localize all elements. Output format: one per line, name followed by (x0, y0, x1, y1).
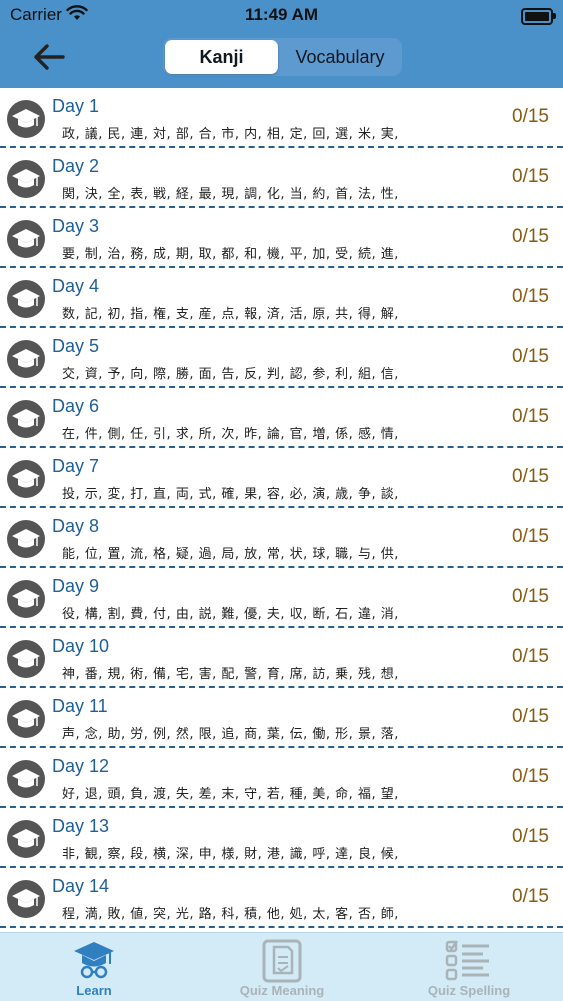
battery-icon (521, 8, 556, 25)
kanji-list: 交, 資, 予, 向, 際, 勝, 面, 告, 反, 判, 認, 参, 利, 組… (62, 367, 399, 382)
segment-vocabulary[interactable]: Vocabulary (280, 40, 400, 74)
graduation-cap-icon (6, 99, 46, 139)
kanji-list: 関, 決, 全, 表, 戦, 経, 最, 現, 調, 化, 当, 約, 首, 法… (62, 187, 399, 202)
list-item[interactable]: Day 12 好, 退, 頭, 負, 渡, 失, 差, 末, 守, 若, 種, 美… (0, 748, 563, 808)
kanji-list: 在, 件, 側, 任, 引, 求, 所, 次, 昨, 論, 官, 増, 係, 感… (62, 427, 399, 442)
kanji-list: 役, 構, 割, 費, 付, 由, 説, 難, 優, 夫, 収, 断, 石, 違… (62, 607, 399, 622)
day-title: Day 1 (52, 96, 100, 116)
graduation-cap-icon (6, 759, 46, 799)
day-list: Day 1 政, 議, 民, 連, 対, 部, 合, 市, 内, 相, 定, 回,… (0, 88, 563, 932)
graduation-cap-icon (6, 399, 46, 439)
progress-count: 0/15 (512, 346, 549, 367)
tab-learn[interactable]: Learn (0, 933, 188, 1001)
list-item[interactable]: Day 6 在, 件, 側, 任, 引, 求, 所, 次, 昨, 論, 官, 増,… (0, 388, 563, 448)
tab-quiz-spelling-label: Quiz Spelling (427, 983, 511, 998)
list-item[interactable]: Day 7 投, 示, 変, 打, 直, 両, 式, 確, 果, 容, 必, 演,… (0, 448, 563, 508)
graduation-cap-icon (6, 579, 46, 619)
tab-quiz-meaning[interactable]: Quiz Meaning (188, 933, 376, 1001)
kanji-list: 好, 退, 頭, 負, 渡, 失, 差, 末, 守, 若, 種, 美, 命, 福… (62, 787, 399, 802)
list-item[interactable]: Day 4 数, 記, 初, 指, 権, 支, 産, 点, 報, 済, 活, 原,… (0, 268, 563, 328)
day-title: Day 10 (52, 636, 110, 656)
quiz-document-icon (262, 939, 302, 983)
progress-count: 0/15 (512, 106, 549, 127)
kanji-list: 声, 念, 助, 労, 例, 然, 限, 追, 商, 葉, 伝, 働, 形, 景… (62, 727, 399, 742)
list-item[interactable]: Day 8 能, 位, 置, 流, 格, 疑, 過, 局, 放, 常, 状, 球,… (0, 508, 563, 568)
kanji-list: 政, 議, 民, 連, 対, 部, 合, 市, 内, 相, 定, 回, 選, 米… (62, 127, 399, 142)
day-title: Day 2 (52, 156, 100, 176)
day-title: Day 5 (52, 336, 100, 356)
list-item[interactable]: Day 5 交, 資, 予, 向, 際, 勝, 面, 告, 反, 判, 認, 参,… (0, 328, 563, 388)
graduation-cap-icon (6, 279, 46, 319)
clock: 11:49 AM (244, 5, 319, 24)
kanji-list: 要, 制, 治, 務, 成, 期, 取, 都, 和, 機, 平, 加, 受, 続… (62, 247, 399, 262)
list-item[interactable]: Day 13 非, 観, 察, 段, 横, 深, 申, 様, 財, 港, 識, 呼… (0, 808, 563, 868)
progress-count: 0/15 (512, 286, 549, 307)
list-item[interactable]: Day 1 政, 議, 民, 連, 対, 部, 合, 市, 内, 相, 定, 回,… (0, 88, 563, 148)
day-title: Day 8 (52, 516, 100, 536)
kanji-list: 投, 示, 変, 打, 直, 両, 式, 確, 果, 容, 必, 演, 歳, 争… (62, 487, 399, 502)
kanji-list: 能, 位, 置, 流, 格, 疑, 過, 局, 放, 常, 状, 球, 職, 与… (62, 547, 399, 562)
graduation-cap-icon (6, 819, 46, 859)
graduation-cap-icon (6, 639, 46, 679)
tab-bar: Learn Quiz Meaning Quiz Spelling (0, 932, 563, 1001)
graduation-cap-icon (6, 879, 46, 919)
navigation-bar: Carrier 11:49 AM Kanji Vocabulary (0, 0, 563, 88)
kanji-list: 程, 満, 敗, 値, 突, 光, 路, 科, 積, 他, 処, 太, 客, 否… (62, 907, 399, 922)
kanji-vocabulary-segmented-control: Kanji Vocabulary (163, 38, 402, 76)
graduation-cap-icon (6, 699, 46, 739)
list-item[interactable]: Day 3 要, 制, 治, 務, 成, 期, 取, 都, 和, 機, 平, 加,… (0, 208, 563, 268)
graduation-cap-icon (6, 159, 46, 199)
graduation-cap-icon (6, 459, 46, 499)
segment-kanji[interactable]: Kanji (165, 40, 278, 74)
progress-count: 0/15 (512, 646, 549, 667)
progress-count: 0/15 (512, 226, 549, 247)
tab-quiz-meaning-label: Quiz Meaning (239, 983, 325, 998)
status-bar: Carrier 11:49 AM (0, 0, 563, 30)
list-item[interactable]: Day 11 声, 念, 助, 労, 例, 然, 限, 追, 商, 葉, 伝, 働… (0, 688, 563, 748)
back-arrow-icon[interactable] (30, 40, 68, 74)
day-title: Day 7 (52, 456, 100, 476)
kanji-list: 数, 記, 初, 指, 権, 支, 産, 点, 報, 済, 活, 原, 共, 得… (62, 307, 399, 322)
list-item[interactable]: Day 2 関, 決, 全, 表, 戦, 経, 最, 現, 調, 化, 当, 約,… (0, 148, 563, 208)
tab-quiz-spelling[interactable]: Quiz Spelling (375, 933, 563, 1001)
day-title: Day 11 (52, 696, 108, 716)
tab-learn-label: Learn (76, 983, 112, 998)
kanji-list: 非, 観, 察, 段, 横, 深, 申, 様, 財, 港, 識, 呼, 達, 良… (62, 847, 399, 862)
day-title: Day 4 (52, 276, 100, 296)
kanji-list: 神, 番, 規, 術, 備, 宅, 害, 配, 警, 育, 席, 訪, 乗, 残… (62, 667, 399, 682)
graduation-cap-icon (6, 219, 46, 259)
graduation-icon (74, 942, 114, 979)
day-title: Day 9 (52, 576, 100, 596)
progress-count: 0/15 (512, 706, 549, 727)
day-title: Day 6 (52, 396, 100, 416)
day-title: Day 12 (52, 756, 110, 776)
list-item[interactable]: Day 10 神, 番, 規, 術, 備, 宅, 害, 配, 警, 育, 席, 訪… (0, 628, 563, 688)
day-title: Day 3 (52, 216, 100, 236)
graduation-cap-icon (6, 519, 46, 559)
list-item[interactable]: Day 9 役, 構, 割, 費, 付, 由, 説, 難, 優, 夫, 収, 断,… (0, 568, 563, 628)
list-item[interactable]: Day 14 程, 満, 敗, 値, 突, 光, 路, 科, 積, 他, 処, 太… (0, 868, 563, 928)
progress-count: 0/15 (512, 526, 549, 547)
graduation-cap-icon (6, 339, 46, 379)
day-title: Day 13 (52, 816, 110, 836)
progress-count: 0/15 (512, 766, 549, 787)
progress-count: 0/15 (512, 886, 549, 907)
progress-count: 0/15 (512, 586, 549, 607)
progress-count: 0/15 (512, 826, 549, 847)
progress-count: 0/15 (512, 466, 549, 487)
progress-count: 0/15 (512, 406, 549, 427)
checklist-icon (445, 940, 489, 981)
day-title: Day 14 (52, 876, 110, 896)
progress-count: 0/15 (512, 166, 549, 187)
